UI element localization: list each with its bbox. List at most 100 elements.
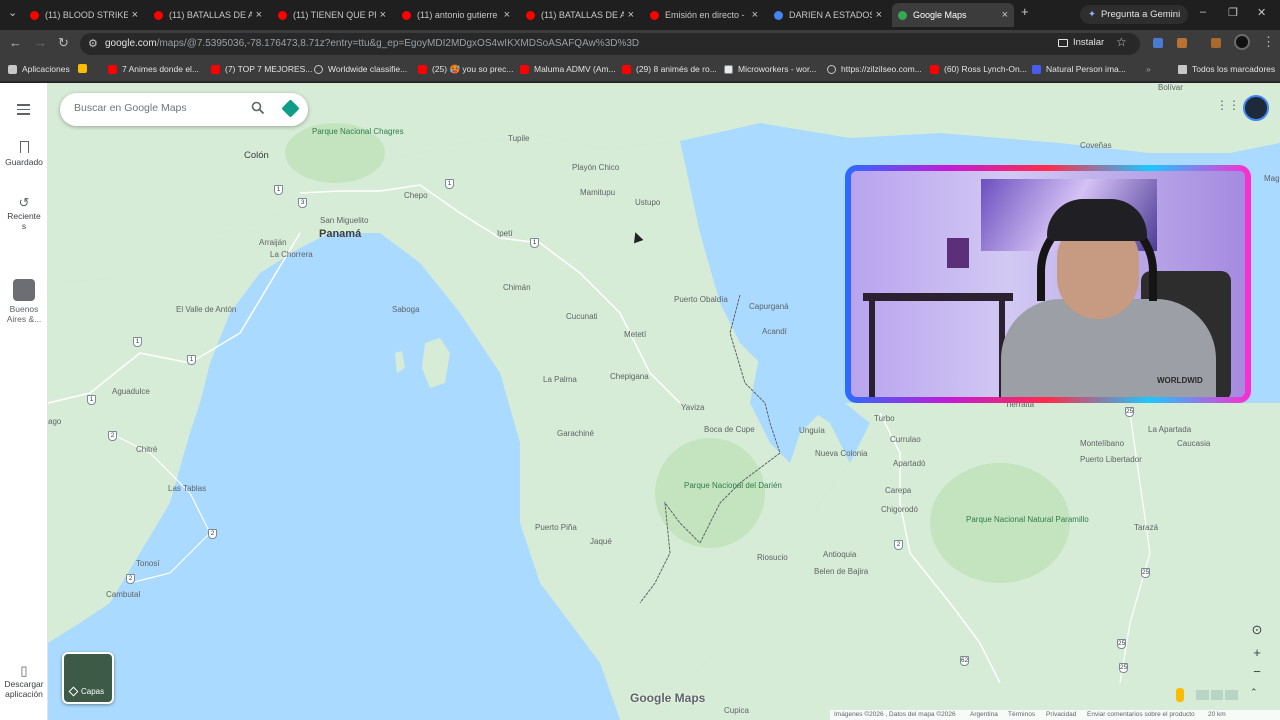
place-label[interactable]: Acandí — [762, 327, 787, 336]
bookmark-item[interactable]: (7) TOP 7 MEJORES... — [211, 64, 312, 74]
privacy-link[interactable]: Privacidad — [1046, 711, 1076, 718]
close-tab-icon[interactable]: × — [628, 9, 634, 21]
bookmark-item[interactable]: Worldwide classifie... — [314, 64, 407, 74]
extension-icon[interactable] — [1177, 38, 1187, 48]
place-label[interactable]: Tonosí — [136, 559, 160, 568]
browser-tab[interactable]: (11) BATALLAS DE AU × — [148, 3, 268, 27]
close-tab-icon[interactable]: × — [752, 9, 758, 21]
place-label[interactable]: Mamitupu — [580, 188, 615, 197]
download-app-button[interactable]: ▯ Descargar aplicación — [0, 663, 48, 699]
country-link[interactable]: Argentina — [970, 711, 998, 718]
place-label[interactable]: Puerto Piña — [535, 523, 577, 532]
map-type-thumbnails[interactable] — [1196, 690, 1239, 700]
extension-icon[interactable] — [1211, 38, 1221, 48]
place-label[interactable]: Carepa — [885, 486, 911, 495]
place-label[interactable]: Puerto Libertador — [1080, 455, 1142, 464]
place-label[interactable]: Tarazá — [1134, 523, 1158, 532]
bookmark-item[interactable]: (60) Ross Lynch-On... — [930, 64, 1027, 74]
back-icon[interactable]: ← — [9, 36, 22, 50]
browser-tab-active[interactable]: Google Maps × — [892, 3, 1014, 27]
place-label[interactable]: Chimán — [503, 283, 531, 292]
place-label[interactable]: La Palma — [543, 375, 577, 384]
place-label[interactable]: La Apartada — [1148, 425, 1191, 434]
zoom-out-button[interactable]: − — [1248, 663, 1266, 681]
place-label[interactable]: Cucunati — [566, 312, 598, 321]
minimize-icon[interactable]: – — [1200, 6, 1206, 18]
place-label-capital[interactable]: Panamá — [319, 228, 361, 240]
browser-tab[interactable]: DARIEN A ESTADOS × — [768, 3, 888, 27]
extension-icon[interactable] — [1153, 38, 1163, 48]
park-label[interactable]: Parque Nacional Natural Paramillo — [966, 515, 1089, 525]
recent-place-item[interactable]: Buenos Aires &... — [0, 279, 48, 324]
place-label[interactable]: Unguía — [799, 426, 825, 435]
place-label[interactable]: Montelíbano — [1080, 439, 1124, 448]
place-label[interactable]: Puerto Obaldía — [674, 295, 728, 304]
browser-tab[interactable]: Emisión en directo - × — [644, 3, 764, 27]
layers-button[interactable]: Capas — [62, 652, 114, 704]
close-window-icon[interactable]: ✕ — [1257, 6, 1266, 19]
google-apps-icon[interactable]: ⋮⋮ — [1216, 98, 1240, 112]
site-info-icon[interactable]: ⚙ — [88, 37, 98, 50]
place-label[interactable]: Cupica — [724, 706, 749, 715]
place-label[interactable]: Belen de Bajira — [814, 567, 868, 576]
browser-tab[interactable]: (11) BATALLAS DE AU × — [520, 3, 640, 27]
place-label[interactable]: Chepo — [404, 191, 428, 200]
restore-icon[interactable]: ❐ — [1228, 6, 1238, 19]
place-label[interactable]: Nueva Colonia — [815, 449, 867, 458]
place-label[interactable]: Boca de Cupe — [704, 425, 755, 434]
more-bookmarks-chevron-icon[interactable]: » — [1146, 64, 1151, 74]
bookmark-item[interactable] — [78, 64, 92, 73]
place-label[interactable]: Capurganá — [749, 302, 789, 311]
browser-tab[interactable]: (11) antonio gutierre × — [396, 3, 516, 27]
park-label[interactable]: Parque Nacional Chagres — [312, 127, 404, 137]
bookmark-item[interactable]: (25) 🥵 you so prec... — [418, 64, 513, 75]
place-label[interactable]: Turbo — [874, 414, 895, 423]
place-label[interactable]: Mag — [1264, 174, 1280, 183]
tab-search-chevron-icon[interactable]: ⌄ — [8, 6, 17, 19]
close-tab-icon[interactable]: × — [256, 9, 262, 21]
close-tab-icon[interactable]: × — [876, 9, 882, 21]
new-tab-icon[interactable]: + — [1021, 4, 1029, 19]
place-label[interactable]: San Miguelito — [320, 216, 368, 225]
place-label[interactable]: Playón Chico — [572, 163, 619, 172]
menu-icon[interactable] — [17, 104, 30, 118]
place-label[interactable]: Saboga — [392, 305, 420, 314]
directions-icon[interactable] — [281, 99, 300, 118]
place-label[interactable]: Cambutal — [106, 590, 140, 599]
search-icon[interactable] — [251, 101, 265, 115]
place-label[interactable]: Metetí — [624, 330, 646, 339]
account-avatar[interactable] — [1243, 95, 1269, 121]
bookmark-item[interactable]: 7 Animes donde el... — [108, 64, 199, 74]
close-tab-icon[interactable]: × — [380, 9, 386, 21]
reload-icon[interactable]: ↻ — [58, 36, 69, 50]
place-label[interactable]: Currulao — [890, 435, 921, 444]
browser-tab[interactable]: (11) BLOOD STRIKE: A× — [24, 3, 144, 27]
street-view-pegman-icon[interactable] — [1176, 688, 1184, 702]
place-label[interactable]: Garachiné — [557, 429, 594, 438]
place-label[interactable]: La Chorrera — [270, 250, 313, 259]
bookmark-item[interactable]: Natural Person ima... — [1032, 64, 1126, 74]
place-label[interactable]: Ustupo — [635, 198, 660, 207]
browser-profile-avatar[interactable] — [1234, 34, 1250, 50]
close-tab-icon[interactable]: × — [132, 9, 138, 21]
browser-tab[interactable]: (11) TIENEN QUE PR × — [272, 3, 392, 27]
place-label[interactable]: Chitré — [136, 445, 157, 454]
close-tab-icon[interactable]: × — [1002, 9, 1008, 21]
place-label[interactable]: Tupile — [508, 134, 530, 143]
place-label[interactable]: Caucasia — [1177, 439, 1210, 448]
bookmark-item[interactable]: (29) 8 animés de ro... — [622, 64, 717, 74]
place-label[interactable]: Yaviza — [681, 403, 704, 412]
place-label[interactable]: Apartadó — [893, 459, 925, 468]
place-label[interactable]: Chigorodó — [881, 505, 918, 514]
close-tab-icon[interactable]: × — [504, 9, 510, 21]
place-label[interactable]: Las Tablas — [168, 484, 206, 493]
search-input[interactable] — [74, 102, 244, 114]
place-label[interactable]: ago — [48, 417, 61, 426]
browser-menu-icon[interactable]: ⋮ — [1262, 35, 1275, 49]
my-location-icon[interactable]: ⊙ — [1248, 621, 1266, 639]
place-label[interactable]: Riosucio — [757, 553, 788, 562]
place-label[interactable]: Coveñas — [1080, 141, 1112, 150]
all-bookmarks-folder[interactable]: Todos los marcadores — [1178, 64, 1275, 74]
place-label[interactable]: Colón — [244, 150, 269, 161]
gemini-button[interactable]: ✦ Pregunta a Gemini — [1080, 5, 1189, 24]
